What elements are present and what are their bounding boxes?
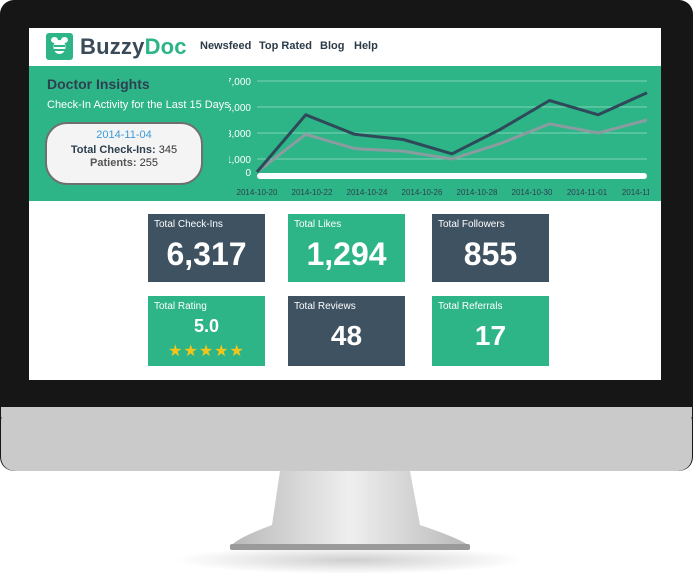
stat-label: Total Reviews	[294, 301, 356, 312]
x-tick-label: 2014-10-30	[512, 188, 553, 197]
patients-value: 255	[139, 157, 158, 169]
nav-newsfeed[interactable]: Newsfeed	[200, 40, 251, 52]
screen: BuzzyDoc Newsfeed Top Rated Blog Help Do…	[29, 28, 661, 380]
stat-value: 48	[330, 320, 363, 351]
stat-tile[interactable]: Total Check-Ins 6,317	[148, 214, 265, 282]
x-tick-label: 2014-10-20	[237, 188, 278, 197]
x-tick-label: 2014-10-24	[347, 188, 388, 197]
checkin-line-chart[interactable]: 7,000 5,000 3,000 1,000 0 2014-10-20 2014-10-2…	[229, 69, 649, 199]
stat-value: 6,317	[166, 236, 247, 272]
stat-tile[interactable]: Total Referrals 17	[432, 296, 549, 366]
stat-tile[interactable]: Total Likes 1,294	[288, 214, 405, 282]
x-tick-label: 2014-10-28	[457, 188, 498, 197]
selected-day-summary: 2014-11-04 Total Check-Ins: 345 Patients…	[45, 122, 203, 185]
star-rating-icon: ★★★★★	[168, 343, 245, 360]
x-tick-label: 2014-10-22	[292, 188, 333, 197]
stat-label: Total Rating	[154, 301, 207, 312]
y-tick-label: 3,000	[229, 129, 251, 140]
stat-value: 5.0	[193, 316, 220, 336]
brand-suffix: Doc	[144, 34, 187, 59]
insights-subtitle: Check-In Activity for the Last 15 Days	[47, 99, 230, 111]
brand-prefix: Buzzy	[80, 34, 145, 59]
x-tick-label: 2014-11-01	[567, 188, 608, 197]
stat-tile[interactable]: Total Followers 855	[432, 214, 549, 282]
nav-top-rated[interactable]: Top Rated	[259, 40, 312, 52]
stat-label: Total Check-Ins	[154, 219, 223, 230]
patients-label: Patients:	[90, 157, 137, 169]
bee-logo-icon[interactable]	[46, 33, 73, 60]
checkins-label: Total Check-Ins:	[70, 144, 156, 156]
selected-date: 2014-11-04	[96, 129, 152, 141]
stat-tile[interactable]: Total Rating 5.0 ★★★★★	[148, 296, 265, 366]
checkins-summary: Total Check-Ins: 345	[47, 144, 201, 156]
stat-tile[interactable]: Total Reviews 48	[288, 296, 405, 366]
x-tick-label: 2014-11-03	[622, 188, 649, 197]
y-tick-label: 7,000	[229, 77, 251, 88]
x-tick-label: 2014-10-26	[402, 188, 443, 197]
patients-summary: Patients: 255	[47, 157, 201, 169]
doctor-insights-panel: Doctor Insights Check-In Activity for th…	[29, 66, 661, 201]
stat-value: 1,294	[306, 236, 387, 272]
y-tick-label: 1,000	[229, 155, 251, 166]
checkins-value: 345	[158, 144, 178, 156]
series-line	[256, 118, 648, 174]
y-tick-label: 0	[245, 168, 251, 179]
nav-blog[interactable]: Blog	[320, 40, 344, 52]
nav-help[interactable]: Help	[354, 40, 378, 52]
stat-value: 17	[474, 320, 507, 351]
stat-value: 855	[463, 236, 518, 272]
insights-title: Doctor Insights	[47, 76, 150, 92]
y-tick-label: 5,000	[229, 103, 251, 114]
stat-label: Total Followers	[438, 219, 505, 230]
top-navbar: BuzzyDoc Newsfeed Top Rated Blog Help	[29, 28, 661, 66]
x-axis-bar	[257, 173, 647, 179]
stat-label: Total Referrals	[438, 301, 503, 312]
stat-label: Total Likes	[294, 219, 342, 230]
brand-name[interactable]: BuzzyDoc	[80, 33, 187, 60]
